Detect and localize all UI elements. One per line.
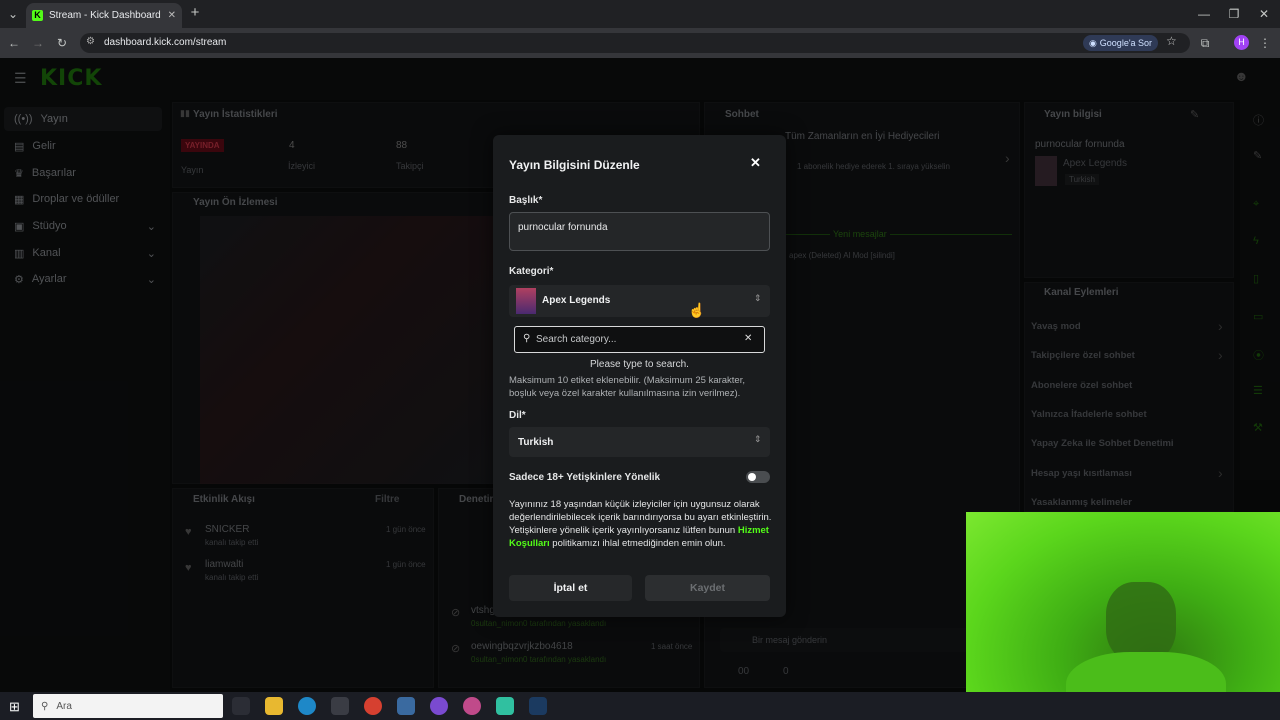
- windows-start-icon[interactable]: ⊞: [9, 699, 20, 715]
- webcam-overlay: [966, 512, 1280, 720]
- tags-hint: Maksimum 10 etiket eklenebilir. (Maksimu…: [509, 375, 745, 399]
- taskbar-search-label: Ara: [56, 700, 72, 712]
- google-ask-label: Google'a Sor: [1099, 38, 1153, 48]
- browser-tab[interactable]: K Stream - Kick Dashboard ✕: [26, 3, 182, 28]
- title-input[interactable]: purnocular fornunda: [509, 212, 770, 251]
- lens-icon: ◉: [1088, 37, 1097, 48]
- category-search-input[interactable]: ⚲ Search category... ✕: [514, 326, 765, 353]
- adult-label: Sadece 18+ Yetişkinlere Yönelik: [509, 472, 661, 483]
- site-info-icon[interactable]: ⚙: [86, 36, 95, 47]
- adult-text-part2: politikamızı ihlal etmediğinden emin olu…: [549, 538, 726, 549]
- app2-icon[interactable]: [496, 697, 514, 715]
- title-input-value: purnocular fornunda: [518, 222, 608, 233]
- cancel-button[interactable]: İptal et: [509, 575, 632, 601]
- search-hint: Please type to search.: [590, 359, 689, 370]
- chrome-active-icon[interactable]: [463, 697, 481, 715]
- title-label: Başlık*: [509, 195, 543, 206]
- browser-menu-icon[interactable]: ⋮: [1258, 33, 1272, 53]
- language-select[interactable]: Turkish ⇕: [509, 427, 770, 457]
- modal-title: Yayın Bilgisini Düzenle: [509, 158, 640, 172]
- close-icon[interactable]: ✕: [750, 155, 761, 171]
- search-icon: ⚲: [523, 333, 531, 344]
- search-icon: ⚲: [41, 700, 49, 712]
- select-arrows-icon: ⇕: [754, 293, 762, 303]
- window-close-icon[interactable]: ✕: [1254, 4, 1274, 24]
- category-value: Apex Legends: [542, 295, 611, 306]
- tab-title: Stream - Kick Dashboard: [49, 10, 161, 21]
- obs-icon[interactable]: [430, 697, 448, 715]
- mouse-cursor-icon: ☝: [688, 302, 706, 318]
- adult-toggle[interactable]: [746, 471, 770, 483]
- kick-favicon-icon: K: [32, 10, 43, 21]
- search-placeholder: Search category...: [536, 334, 617, 345]
- language-value: Turkish: [518, 437, 554, 448]
- save-button[interactable]: Kaydet: [645, 575, 770, 601]
- minimize-icon[interactable]: —: [1194, 4, 1214, 24]
- new-tab-icon[interactable]: +: [186, 3, 204, 23]
- google-ask-button[interactable]: ◉ Google'a Sor: [1083, 35, 1158, 51]
- tab-close-icon[interactable]: ✕: [168, 10, 176, 21]
- steam-icon[interactable]: [529, 697, 547, 715]
- reload-icon[interactable]: ↻: [53, 33, 71, 53]
- webcam-person: [1106, 582, 1176, 662]
- file-explorer-icon[interactable]: [265, 697, 283, 715]
- tab-list-chevron-icon[interactable]: ⌄: [4, 4, 22, 24]
- forward-icon[interactable]: →: [29, 33, 47, 53]
- select-arrows-icon: ⇕: [754, 434, 762, 444]
- profile-avatar[interactable]: H: [1234, 35, 1249, 50]
- language-label: Dil*: [509, 410, 526, 421]
- taskbar-search[interactable]: ⚲ Ara: [33, 694, 223, 718]
- category-select[interactable]: Apex Legends ⇕: [509, 285, 770, 317]
- back-icon[interactable]: ←: [5, 33, 23, 53]
- adult-text-part1: Yayınınız 18 yaşından küçük izleyiciler …: [509, 499, 772, 536]
- edit-stream-info-modal: Yayın Bilgisini Düzenle ✕ Başlık* purnoc…: [493, 135, 786, 617]
- app-icon[interactable]: [397, 697, 415, 715]
- bookmark-star-icon[interactable]: ☆: [1166, 34, 1177, 48]
- address-bar[interactable]: ⚙ dashboard.kick.com/stream ◉ Google'a So…: [80, 33, 1190, 53]
- restore-icon[interactable]: ❐: [1224, 4, 1244, 24]
- apex-legends-thumbnail: [516, 288, 536, 314]
- chrome-icon[interactable]: [364, 697, 382, 715]
- task-view-icon[interactable]: [232, 697, 250, 715]
- extensions-icon[interactable]: ⧉: [1196, 33, 1214, 53]
- category-label: Kategori*: [509, 266, 554, 277]
- edge-icon[interactable]: [298, 697, 316, 715]
- url-text: dashboard.kick.com/stream: [104, 37, 227, 48]
- store-icon[interactable]: [331, 697, 349, 715]
- adult-description: Yayınınız 18 yaşından küçük izleyiciler …: [509, 498, 773, 550]
- clear-search-icon[interactable]: ✕: [744, 333, 752, 344]
